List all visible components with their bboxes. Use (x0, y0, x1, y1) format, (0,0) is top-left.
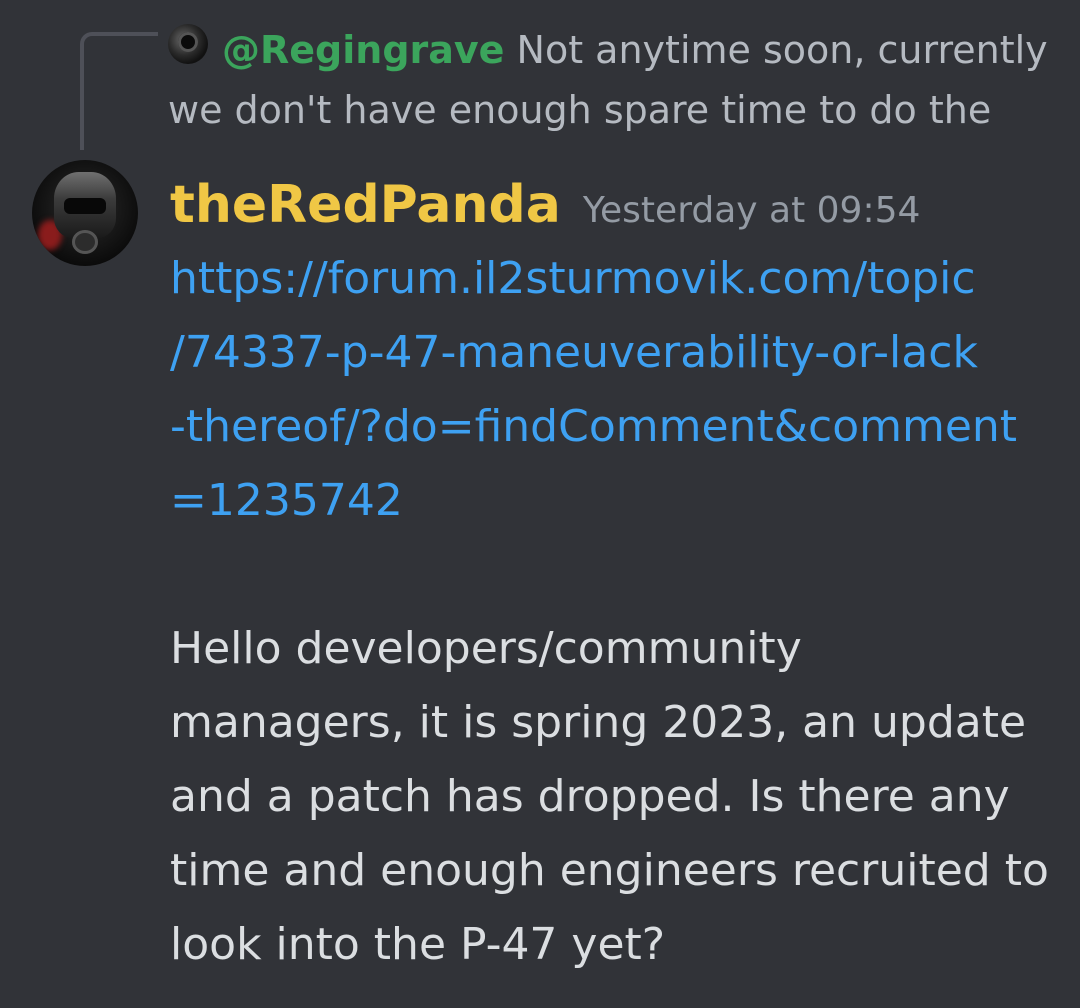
author-avatar[interactable] (32, 160, 138, 266)
author-username[interactable]: theRedPanda (170, 168, 561, 242)
forum-link[interactable]: https://forum.il2sturmovik.com/topic /74… (170, 242, 1060, 538)
chat-message-view: @Regingrave Not anytime soon, currently w… (0, 0, 1080, 1008)
reply-author-mention[interactable]: @Regingrave (222, 28, 504, 72)
message-timestamp[interactable]: Yesterday at 09:54 (583, 174, 921, 248)
message-header: theRedPanda Yesterday at 09:54 (170, 168, 1060, 242)
message-content: theRedPanda Yesterday at 09:54 https://f… (170, 168, 1060, 982)
message-body-text: Hello developers/community managers, it … (170, 623, 1049, 970)
reply-preview[interactable]: @Regingrave Not anytime soon, currently w… (168, 20, 1048, 140)
reply-connector-line (80, 32, 158, 150)
reply-preview-text-line1: Not anytime soon, currently (504, 28, 1048, 72)
reply-preview-text-line2: we don't have enough spare time to do th… (168, 88, 992, 132)
